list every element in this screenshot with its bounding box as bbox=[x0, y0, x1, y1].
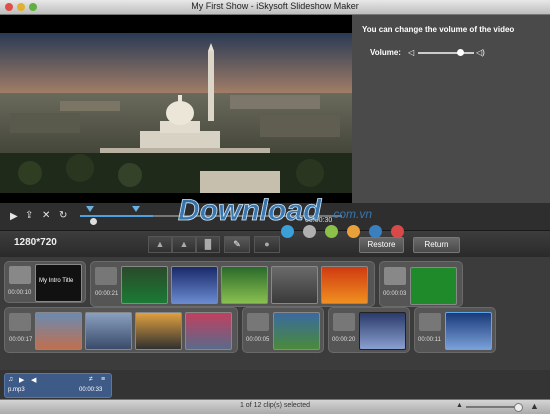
title-clip-icon bbox=[9, 266, 31, 284]
playhead[interactable] bbox=[90, 218, 97, 225]
color-clip-icon bbox=[384, 267, 406, 285]
delete-button[interactable]: █ bbox=[196, 236, 220, 253]
storyboard-clip-single-2[interactable]: 00:00:20 bbox=[328, 307, 410, 353]
storyboard-clip-intro[interactable]: 00:00:10 My Intro Title bbox=[4, 261, 86, 303]
video-clip-icon bbox=[333, 313, 355, 331]
photo-thumb[interactable] bbox=[35, 312, 82, 350]
photo-thumb[interactable] bbox=[273, 312, 320, 350]
photo-thumb[interactable] bbox=[85, 312, 132, 350]
storyboard-clip-group-1[interactable]: 00:00:21 bbox=[90, 261, 375, 307]
volume-slider[interactable] bbox=[418, 49, 474, 56]
svg-text:Download: Download bbox=[178, 194, 322, 227]
volume-low-icon: ◁ bbox=[408, 48, 415, 57]
status-bar: 1 of 12 clip(s) selected ▲ ▲ bbox=[0, 399, 550, 414]
photo-group-icon bbox=[95, 267, 117, 285]
intro-title-thumb[interactable]: My Intro Title bbox=[35, 264, 82, 302]
video-preview[interactable] bbox=[0, 15, 352, 203]
download-watermark-logo: Download .com.vn bbox=[178, 194, 372, 228]
title-bar: My First Show - iSkysoft Slideshow Maker bbox=[0, 0, 550, 15]
intro-title-text: My Intro Title bbox=[39, 278, 74, 284]
photo-thumb[interactable] bbox=[185, 312, 232, 350]
flip-right-icon: ▲ bbox=[179, 239, 189, 249]
music-icon: ♫ bbox=[8, 376, 14, 383]
storyboard-clip-single-3[interactable]: 00:00:11 bbox=[414, 307, 496, 353]
video-clip-icon bbox=[419, 313, 441, 331]
photo-group-icon bbox=[9, 313, 31, 331]
volume-high-icon: ◁) bbox=[476, 48, 485, 57]
return-button[interactable]: Return bbox=[413, 237, 460, 253]
play-icon[interactable]: ▶ bbox=[10, 212, 18, 222]
audio-time: 00:00:33 bbox=[79, 387, 103, 393]
audio-clip[interactable]: ♫ ▶ ◀ ≠ ≡ p.mp3 00:00:33 bbox=[4, 373, 112, 398]
clip-time: 00:00:10 bbox=[8, 290, 32, 296]
audio-filename: p.mp3 bbox=[8, 387, 25, 393]
trim-start-marker[interactable] bbox=[86, 206, 94, 212]
zoom-slider-knob[interactable] bbox=[514, 403, 523, 412]
color-thumb[interactable] bbox=[410, 267, 457, 305]
clip-time: 00:00:03 bbox=[383, 291, 407, 297]
svg-text:.com.vn: .com.vn bbox=[330, 207, 372, 221]
video-thumb-selected[interactable] bbox=[445, 312, 492, 350]
flip-left-button[interactable]: ▲ bbox=[148, 236, 172, 253]
storyboard-clip-color[interactable]: 00:00:03 bbox=[379, 261, 463, 307]
photo-thumb[interactable] bbox=[221, 266, 268, 304]
flip-left-icon: ▲ bbox=[155, 239, 165, 249]
photo-thumb[interactable] bbox=[135, 312, 182, 350]
volume-panel: You can change the volume of the video V… bbox=[352, 15, 550, 203]
scissors-icon[interactable]: ✕ bbox=[42, 211, 50, 221]
flip-right-button[interactable]: ▲ bbox=[172, 236, 196, 253]
photo-clip-icon bbox=[247, 313, 269, 331]
trim-audio-icon[interactable]: ≠ bbox=[89, 376, 93, 383]
export-icon[interactable]: ⇪ bbox=[25, 211, 33, 221]
photo-thumb[interactable] bbox=[121, 266, 168, 304]
restore-button[interactable]: Restore bbox=[359, 237, 404, 253]
photo-thumb[interactable] bbox=[321, 266, 368, 304]
window-title: My First Show - iSkysoft Slideshow Maker bbox=[191, 1, 359, 11]
zoom-slider[interactable] bbox=[466, 403, 523, 412]
audio-track: ♫ ▶ ◀ ≠ ≡ p.mp3 00:00:33 bbox=[0, 370, 550, 399]
video-frame-image bbox=[0, 33, 352, 193]
storyboard-clip-single-1[interactable]: 00:00:05 bbox=[242, 307, 324, 353]
timeline-progress bbox=[80, 215, 154, 217]
pencil-icon: ✎ bbox=[233, 239, 241, 249]
clip-time: 00:00:05 bbox=[246, 337, 270, 343]
video-thumb[interactable] bbox=[359, 312, 406, 350]
storyboard: 00:00:10 My Intro Title 00:00:21 00:00:0… bbox=[0, 257, 550, 370]
zoom-out-icon[interactable]: ▲ bbox=[456, 402, 463, 409]
resolution-label: 1280*720 bbox=[14, 237, 57, 248]
clip-time: 00:00:20 bbox=[332, 337, 356, 343]
clip-time: 00:00:11 bbox=[418, 337, 441, 343]
photo-thumb[interactable] bbox=[171, 266, 218, 304]
volume-label: Volume: bbox=[370, 48, 401, 57]
microphone-icon: ● bbox=[264, 239, 270, 249]
audio-settings-icon[interactable]: ≡ bbox=[101, 376, 105, 383]
trim-end-marker[interactable] bbox=[132, 206, 140, 212]
rotate-icon[interactable]: ↻ bbox=[59, 211, 67, 221]
play-audio-icon[interactable]: ▶ bbox=[19, 376, 24, 384]
clip-time: 00:00:17 bbox=[9, 337, 33, 343]
photo-thumb[interactable] bbox=[271, 266, 318, 304]
trash-icon: █ bbox=[204, 239, 212, 249]
edit-button[interactable]: ✎ bbox=[224, 236, 250, 253]
rewind-audio-icon[interactable]: ◀ bbox=[31, 376, 36, 384]
panel-message: You can change the volume of the video bbox=[362, 25, 515, 34]
storyboard-clip-group-2[interactable]: 00:00:17 bbox=[4, 307, 238, 353]
clip-time: 00:00:21 bbox=[95, 291, 119, 297]
record-button[interactable]: ● bbox=[254, 236, 280, 253]
zoom-in-icon[interactable]: ▲ bbox=[530, 401, 539, 411]
volume-slider-knob[interactable] bbox=[457, 49, 464, 56]
